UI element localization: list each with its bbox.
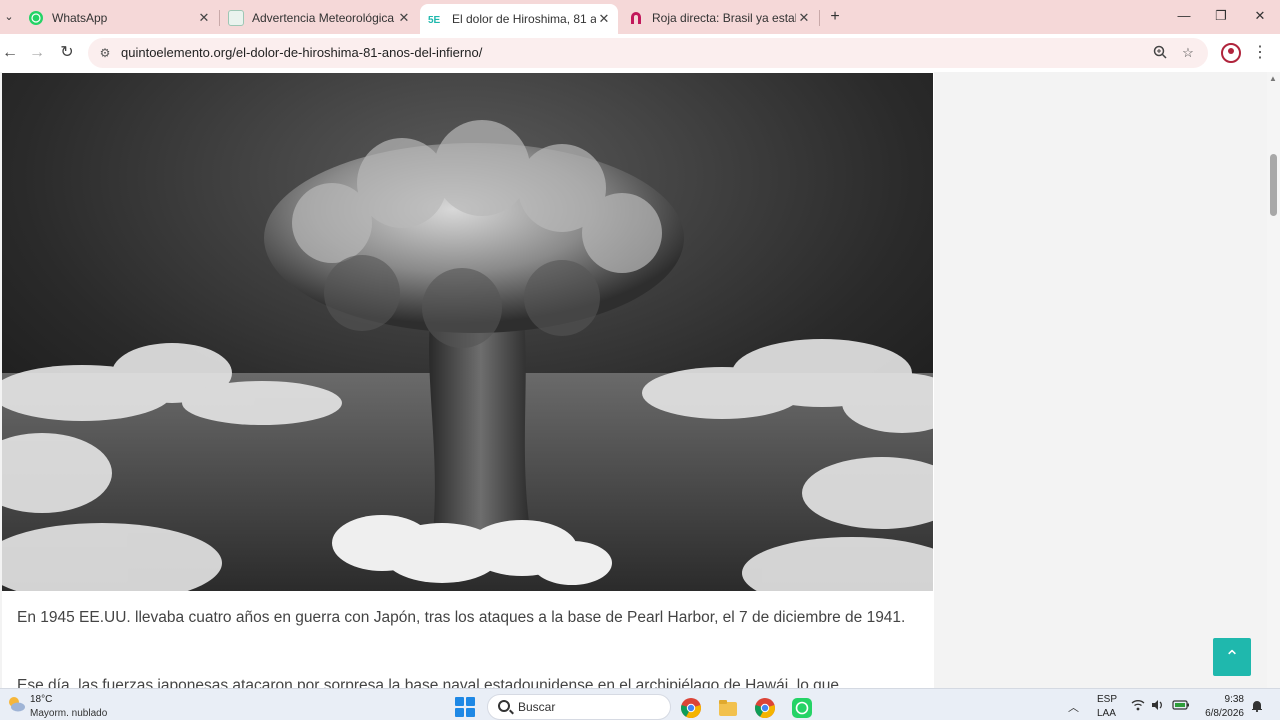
article-paragraph: Ese día, las fuerzas japonesas atacaron … <box>17 677 840 688</box>
clock-time[interactable]: 9:38 <box>1212 694 1244 705</box>
windows-taskbar: 18°C Mayorm. nublado Buscar ︿ ESP LAA 9:… <box>0 688 1280 720</box>
tab-title: Roja directa: Brasil ya estableci <box>652 11 796 25</box>
tab-hiroshima[interactable]: 5E El dolor de Hiroshima, 81 años ✕ <box>420 4 618 34</box>
hero-image <box>2 73 933 591</box>
tab-title: WhatsApp <box>52 11 108 25</box>
profile-avatar-icon[interactable] <box>1221 43 1241 63</box>
new-tab-plus-icon[interactable]: + <box>826 8 844 26</box>
zoom-icon[interactable] <box>1152 45 1168 61</box>
tab-title: Advertencia Meteorológica | Inu <box>252 11 396 25</box>
battery-icon[interactable] <box>1172 699 1190 714</box>
chrome-active-icon[interactable] <box>754 697 776 719</box>
notification-bell-icon[interactable] <box>1251 699 1263 715</box>
article: En 1945 EE.UU. llevaba cuatro años en gu… <box>2 72 934 688</box>
weather-description[interactable]: Mayorm. nublado <box>30 708 107 719</box>
weather-temperature[interactable]: 18°C <box>30 694 52 705</box>
forward-arrow-icon[interactable]: → <box>27 43 47 63</box>
volume-icon[interactable] <box>1151 699 1165 714</box>
roja-directa-icon <box>631 12 641 24</box>
tab-search-chevron-icon[interactable]: ⌄ <box>0 8 18 26</box>
svg-text:5E: 5E <box>428 15 441 26</box>
reload-icon[interactable]: ↻ <box>57 43 77 63</box>
tab-separator <box>819 10 820 26</box>
url-text[interactable]: quintoelemento.org/el-dolor-de-hiroshima… <box>121 45 482 60</box>
keyboard-layout-indicator[interactable]: LAA <box>1097 708 1116 719</box>
weather-site-icon <box>228 10 244 26</box>
browser-toolbar: ← → ↻ ⚙ quintoelemento.org/el-dolor-de-h… <box>0 34 1280 72</box>
tab-advertencia[interactable]: Advertencia Meteorológica | Inu ✕ <box>220 4 418 32</box>
restore-icon[interactable]: ❐ <box>1209 6 1233 26</box>
tray-overflow-chevron-icon[interactable]: ︿ <box>1068 699 1079 715</box>
tab-title: El dolor de Hiroshima, 81 años <box>452 12 596 26</box>
tab-whatsapp[interactable]: WhatsApp ✕ <box>20 4 218 32</box>
minimize-icon[interactable]: — <box>1172 6 1196 26</box>
menu-kebab-icon[interactable]: ⋮ <box>1252 43 1268 63</box>
close-tab-icon[interactable]: ✕ <box>396 10 412 26</box>
search-label: Buscar <box>518 700 556 714</box>
close-tab-icon[interactable]: ✕ <box>796 10 812 26</box>
whatsapp-taskbar-icon[interactable] <box>791 697 813 719</box>
whatsapp-icon <box>29 11 43 25</box>
chrome-icon[interactable] <box>680 697 702 719</box>
mushroom-cloud-photo <box>2 73 933 591</box>
language-indicator[interactable]: ESP <box>1097 694 1117 705</box>
back-arrow-icon[interactable]: ← <box>0 43 20 63</box>
clock-date[interactable]: 6/8/2026 <box>1200 708 1244 719</box>
page-content: En 1945 EE.UU. llevaba cuatro años en gu… <box>0 72 1280 688</box>
windows-start-icon[interactable] <box>455 697 475 717</box>
page-scrollbar[interactable]: ▲ <box>1267 72 1280 688</box>
taskbar-search-box[interactable]: Buscar <box>487 694 671 720</box>
close-tab-icon[interactable]: ✕ <box>596 11 612 27</box>
search-icon <box>498 700 510 712</box>
file-explorer-icon[interactable] <box>717 697 739 719</box>
bookmark-star-icon[interactable]: ☆ <box>1180 45 1196 61</box>
quintoelemento-icon: 5E <box>428 15 441 26</box>
scroll-up-arrow-icon[interactable]: ▲ <box>1269 74 1277 83</box>
close-tab-icon[interactable]: ✕ <box>196 10 212 26</box>
tab-strip: ⌄ WhatsApp ✕ Advertencia Meteorológica |… <box>0 0 1280 34</box>
wifi-icon[interactable] <box>1131 699 1145 714</box>
close-window-icon[interactable]: ✕ <box>1248 6 1272 26</box>
article-paragraph: En 1945 EE.UU. llevaba cuatro años en gu… <box>17 609 906 626</box>
scroll-to-top-button[interactable]: ⌃ <box>1213 638 1251 676</box>
site-settings-icon[interactable]: ⚙ <box>97 45 113 61</box>
scrollbar-thumb[interactable] <box>1270 154 1277 216</box>
tab-roja-directa[interactable]: Roja directa: Brasil ya estableci ✕ <box>620 4 818 32</box>
address-bar[interactable]: ⚙ quintoelemento.org/el-dolor-de-hiroshi… <box>88 38 1208 68</box>
weather-cloud-icon[interactable] <box>6 695 26 713</box>
